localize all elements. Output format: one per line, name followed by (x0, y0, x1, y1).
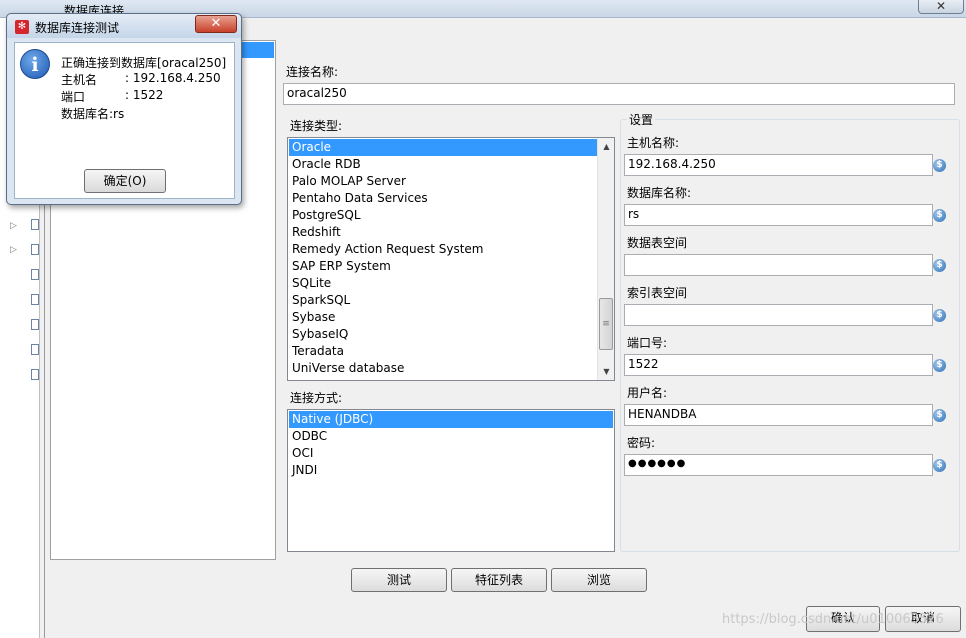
index-tablespace-label: 索引表空间 (627, 286, 688, 300)
popup-db-line: 数据库名:rs (61, 107, 125, 121)
variable-icon[interactable]: $ (933, 459, 946, 472)
list-item[interactable]: JNDI (289, 462, 613, 479)
connection-name-input[interactable]: oracal250 (283, 83, 955, 105)
list-item[interactable]: SparkSQL (289, 292, 597, 309)
list-item[interactable]: PostgreSQL (289, 207, 597, 224)
database-name-label: 数据库名称: (627, 186, 692, 200)
popup-message-line: 正确连接到数据库[oracal250] (61, 56, 227, 70)
list-item[interactable]: SybaseIQ (289, 326, 597, 343)
tree-node-icon[interactable] (31, 244, 39, 255)
list-item[interactable]: Redshift (289, 224, 597, 241)
connection-type-items: Oracle Oracle RDB Palo MOLAP Server Pent… (289, 139, 597, 377)
connection-test-popup: ✻ 数据库连接测试 ✕ i 正确连接到数据库[oracal250] 主机名 : … (6, 13, 242, 205)
info-icon: i (20, 49, 50, 79)
variable-icon[interactable]: $ (933, 209, 946, 222)
host-input[interactable]: 192.168.4.250 (624, 154, 933, 176)
password-input[interactable]: ●●●●●● (624, 454, 933, 476)
list-item[interactable]: Sybase (289, 309, 597, 326)
tree-expand-icon[interactable]: ▷ (10, 222, 18, 231)
test-button[interactable]: 测试 (351, 568, 447, 592)
variable-icon[interactable]: $ (933, 309, 946, 322)
main-close-button[interactable]: ✕ (918, 0, 964, 14)
connection-type-scrollbar[interactable]: ▲ ≡ ▼ (597, 138, 614, 380)
scroll-down-icon[interactable]: ▼ (598, 363, 614, 380)
list-item[interactable]: Teradata (289, 343, 597, 360)
variable-icon[interactable]: $ (933, 159, 946, 172)
scroll-up-icon[interactable]: ▲ (598, 138, 614, 155)
settings-title: 设置 (627, 111, 656, 128)
popup-port-value: : 1522 (125, 88, 164, 102)
username-label: 用户名: (627, 386, 668, 400)
scroll-thumb[interactable]: ≡ (599, 298, 613, 350)
list-item[interactable]: Pentaho Data Services (289, 190, 597, 207)
popup-host-label: 主机名 (61, 73, 98, 87)
username-input[interactable]: HENANDBA (624, 404, 933, 426)
app-logo-icon: ✻ (15, 20, 29, 34)
connection-type-label: 连接类型: (290, 119, 343, 133)
list-item[interactable]: Oracle (289, 139, 597, 156)
popup-close-button[interactable]: ✕ (195, 15, 237, 33)
database-name-input[interactable]: rs (624, 204, 933, 226)
list-item[interactable]: SQLite (289, 275, 597, 292)
watermark: https://blog.csdn.net/u010063526 (722, 612, 944, 627)
index-tablespace-input[interactable] (624, 304, 933, 326)
tree-node-icon[interactable] (31, 319, 39, 330)
connection-type-listbox[interactable]: Oracle Oracle RDB Palo MOLAP Server Pent… (287, 137, 615, 381)
port-input[interactable]: 1522 (624, 354, 933, 376)
list-item[interactable]: Oracle RDB (289, 156, 597, 173)
tablespace-label: 数据表空间 (627, 236, 688, 250)
host-label: 主机名称: (627, 136, 680, 150)
list-item[interactable]: Native (JDBC) (289, 411, 613, 428)
variable-icon[interactable]: $ (933, 359, 946, 372)
access-method-label: 连接方式: (290, 391, 343, 405)
connection-name-label: 连接名称: (286, 65, 339, 79)
list-item[interactable]: ODBC (289, 428, 613, 445)
tree-node-icon[interactable] (31, 294, 39, 305)
popup-port-label: 端口 (61, 90, 86, 104)
list-item[interactable]: Palo MOLAP Server (289, 173, 597, 190)
popup-title: 数据库连接测试 (35, 21, 120, 35)
list-item[interactable]: UniVerse database (289, 360, 597, 377)
port-label: 端口号: (627, 336, 668, 350)
tree-expand-icon[interactable]: ▷ (10, 246, 18, 255)
password-label: 密码: (627, 436, 656, 450)
list-item[interactable]: OCI (289, 445, 613, 462)
access-method-items: Native (JDBC) ODBC OCI JNDI (289, 411, 613, 479)
tree-node-icon[interactable] (31, 219, 39, 230)
popup-ok-button[interactable]: 确定(O) (84, 169, 166, 193)
variable-icon[interactable]: $ (933, 409, 946, 422)
tree-node-icon[interactable] (31, 344, 39, 355)
access-method-listbox[interactable]: Native (JDBC) ODBC OCI JNDI (287, 409, 615, 552)
tablespace-input[interactable] (624, 254, 933, 276)
tree-node-icon[interactable] (31, 269, 39, 280)
explore-button[interactable]: 浏览 (551, 568, 647, 592)
list-item[interactable]: SAP ERP System (289, 258, 597, 275)
feature-list-button[interactable]: 特征列表 (451, 568, 547, 592)
popup-host-value: : 192.168.4.250 (125, 71, 221, 85)
variable-icon[interactable]: $ (933, 259, 946, 272)
tree-node-icon[interactable] (31, 369, 39, 380)
list-item[interactable]: Remedy Action Request System (289, 241, 597, 258)
